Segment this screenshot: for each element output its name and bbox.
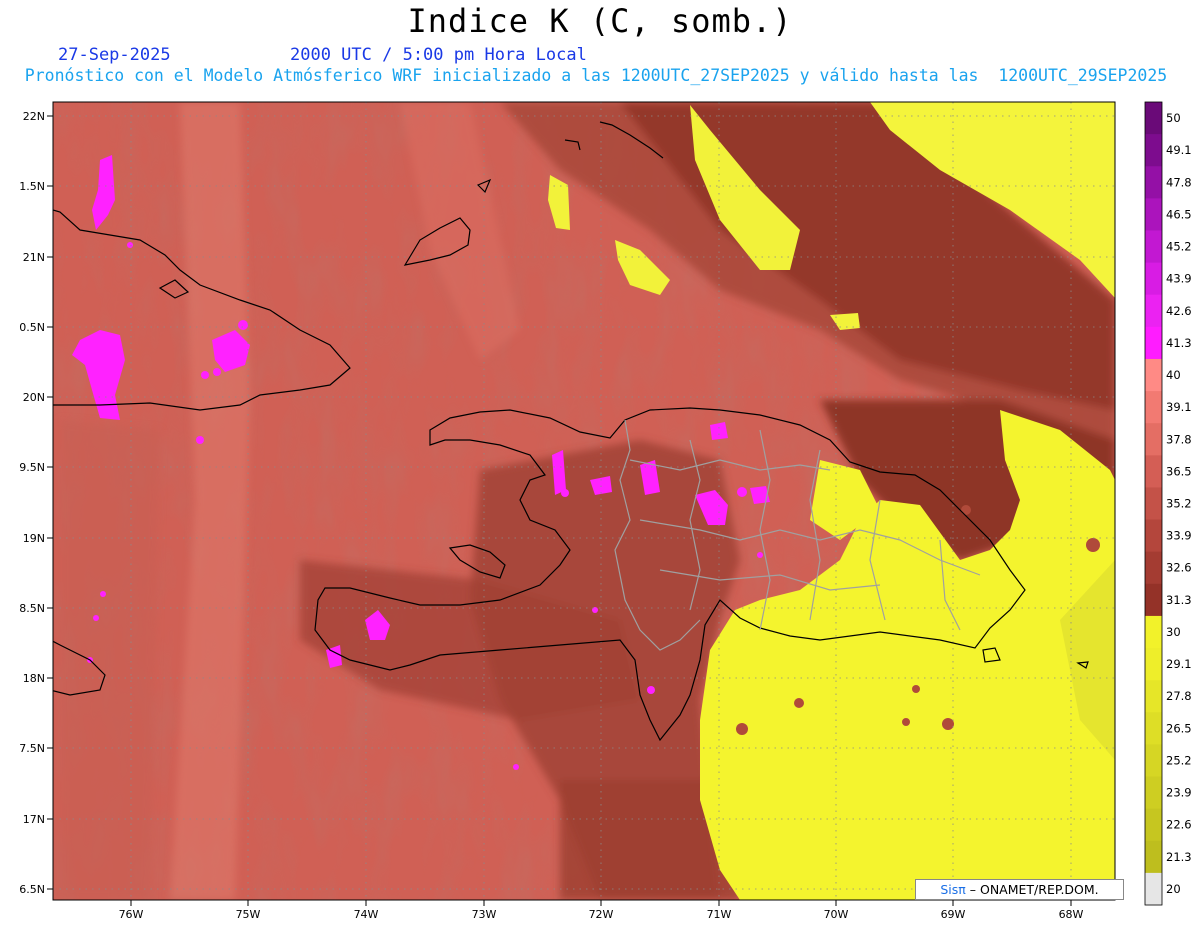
colorbar-swatch: [1145, 326, 1162, 360]
colorbar-label: 50: [1166, 111, 1181, 125]
colorbar-swatch: [1145, 712, 1162, 745]
colorbar-swatch: [1145, 744, 1162, 778]
lat-label: 8.5N: [19, 602, 45, 615]
credit-box: Sisπ – ONAMET/REP.DOM.: [915, 879, 1124, 900]
colorbar-label: 41.3: [1166, 336, 1192, 350]
lat-label: 7.5N: [19, 742, 45, 755]
lon-label: 76W: [119, 908, 144, 921]
lat-label: 18N: [23, 672, 45, 685]
colorbar-label: 49.1: [1166, 143, 1192, 157]
colorbar-label: 20: [1166, 882, 1181, 896]
colorbar-label: 23.9: [1166, 786, 1192, 800]
lat-label: 9.5N: [19, 461, 45, 474]
colorbar-swatch: [1145, 551, 1162, 585]
colorbar-label: 37.8: [1166, 432, 1192, 446]
lat-label: 20N: [23, 391, 45, 404]
colorbar-label: 25.2: [1166, 753, 1192, 767]
colorbar-swatch: [1145, 134, 1162, 167]
credit-text: – ONAMET/REP.DOM.: [965, 882, 1099, 897]
colorbar-label: 42.6: [1166, 304, 1192, 318]
lon-label: 75W: [236, 908, 261, 921]
lon-label: 72W: [589, 908, 614, 921]
sis-logo-text: Sisπ: [940, 882, 966, 897]
colorbar-swatch: [1145, 423, 1162, 456]
colorbar-label: 39.1: [1166, 400, 1192, 414]
colorbar-swatch: [1145, 358, 1162, 392]
lat-label: 6.5N: [19, 883, 45, 896]
colorbar-swatch: [1145, 230, 1162, 264]
colorbar-label: 43.9: [1166, 272, 1192, 286]
colorbar-label: 45.2: [1166, 240, 1192, 254]
lat-label: 17N: [23, 813, 45, 826]
colorbar-swatch: [1145, 391, 1162, 424]
lon-label: 73W: [472, 908, 497, 921]
colorbar-swatch: [1145, 262, 1162, 296]
lon-label: 70W: [824, 908, 849, 921]
colorbar-label: 29.1: [1166, 657, 1192, 671]
colorbar-swatch: [1145, 198, 1162, 231]
colorbar-label: 30: [1166, 625, 1181, 639]
colorbar-swatch: [1145, 840, 1162, 874]
colorbar-swatch: [1145, 583, 1162, 617]
colorbar-label: 35.2: [1166, 497, 1192, 511]
colorbar-label: 21.3: [1166, 850, 1192, 864]
lon-label: 69W: [941, 908, 966, 921]
colorbar-label: 40: [1166, 368, 1181, 382]
colorbar-label: 47.8: [1166, 175, 1192, 189]
k-index-map: 76W 75W 74W 73W 72W 71W 70W 69W 68W 22N …: [19, 101, 1192, 921]
lat-label: 19N: [23, 532, 45, 545]
colorbar-label: 27.8: [1166, 689, 1192, 703]
colorbar-swatch: [1145, 519, 1162, 553]
lat-label: 21N: [23, 251, 45, 264]
colorbar-swatch: [1145, 680, 1162, 713]
colorbar-label: 26.5: [1166, 721, 1192, 735]
colorbar-label: 46.5: [1166, 207, 1192, 221]
colorbar-swatch: [1145, 487, 1162, 521]
lon-label: 71W: [707, 908, 732, 921]
lon-label: 74W: [354, 908, 379, 921]
k-index-field: [53, 102, 1115, 900]
colorbar-swatch: [1145, 294, 1162, 328]
colorbar-swatch: [1145, 648, 1162, 681]
colorbar-swatch: [1145, 776, 1162, 810]
colorbar-label: 32.6: [1166, 561, 1192, 575]
colorbar-label: 31.3: [1166, 593, 1192, 607]
colorbar-label: 22.6: [1166, 818, 1192, 832]
lat-label: 0.5N: [19, 321, 45, 334]
colorbar-swatch: [1145, 808, 1162, 842]
colorbar-swatch: [1145, 872, 1162, 906]
lat-label: 22N: [23, 110, 45, 123]
colorbar-swatch: [1145, 166, 1162, 199]
colorbar: 50 49.1 47.8 46.5 45.2 43.9 42.6 41.3 40 39.1 37.8…: [1144, 101, 1192, 906]
colorbar-label: 33.9: [1166, 529, 1192, 543]
lat-label: 1.5N: [19, 180, 45, 193]
colorbar-swatch: [1145, 455, 1162, 488]
lon-label: 68W: [1059, 908, 1084, 921]
colorbar-swatch: [1145, 615, 1162, 649]
colorbar-swatch: [1145, 102, 1162, 135]
colorbar-label: 36.5: [1166, 464, 1192, 478]
